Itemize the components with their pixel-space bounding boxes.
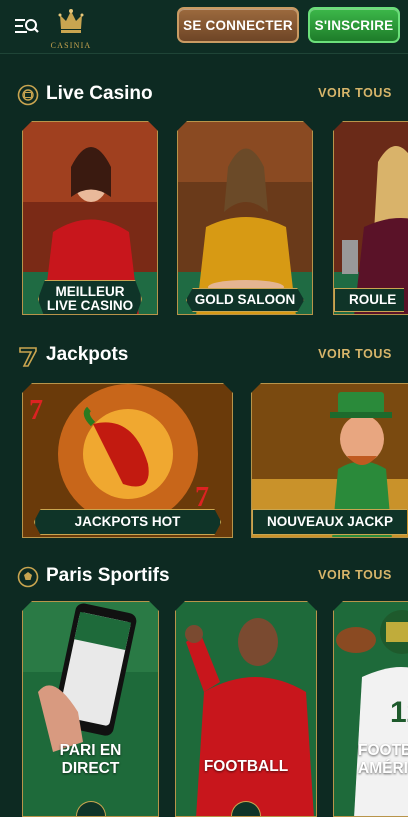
card-label-line1: ROULE xyxy=(349,292,397,307)
american-football-player-image: 12 xyxy=(334,602,408,817)
card-label-line2: DIRECT xyxy=(61,759,120,777)
football-player-image xyxy=(176,602,317,817)
live-casino-chip-icon xyxy=(17,84,39,106)
svg-text:7: 7 xyxy=(29,395,43,426)
top-header: CASINIA SE CONNECTER S'INSCRIRE xyxy=(0,0,408,54)
signup-button[interactable]: S'INSCRIRE xyxy=(308,7,400,43)
card-label: JACKPOTS HOT xyxy=(34,509,222,535)
card-label-line1: FOOTBALL xyxy=(203,758,289,775)
game-card-gold-saloon[interactable]: GOLD SALOON xyxy=(177,121,313,315)
see-all-link[interactable]: VOIR TOUS xyxy=(318,568,392,582)
card-label-line1: GOLD SALOON xyxy=(194,292,296,307)
card-label-line2: LIVE CASINO xyxy=(46,298,134,314)
card-label-line1: PARI EN xyxy=(59,742,122,759)
phone-hand-image xyxy=(23,602,159,817)
see-all-link[interactable]: VOIR TOUS xyxy=(318,86,392,100)
card-label: MEILLEUR LIVE CASINO xyxy=(38,280,142,315)
section-jackpots-header: Jackpots VOIR TOUS xyxy=(0,341,408,371)
section-title: Live Casino xyxy=(46,83,153,104)
menu-search-icon[interactable] xyxy=(14,15,40,37)
section-live-casino-header: Live Casino VOIR TOUS xyxy=(0,80,408,110)
football-icon xyxy=(17,566,39,588)
card-label-line2: AMÉRI xyxy=(358,759,408,777)
card-label-line1: NOUVEAUX JACKP xyxy=(267,514,394,529)
card-label: ROULE xyxy=(334,288,404,312)
card-label-line1: MEILLEUR xyxy=(55,284,125,299)
card-label-line1: JACKPOTS HOT xyxy=(74,514,181,529)
casinia-logo[interactable]: CASINIA xyxy=(50,7,92,50)
sports-card-live-betting[interactable]: PARI EN DIRECT xyxy=(22,601,159,817)
game-card-hot-jackpots[interactable]: 7 7 JACKPOTS HOT xyxy=(22,383,233,538)
seven-icon xyxy=(17,345,39,367)
section-sports-betting-header: Paris Sportifs VOIR TOUS xyxy=(0,562,408,592)
game-card-new-jackpots[interactable]: NOUVEAUX JACKP xyxy=(251,383,408,538)
game-card-roulette[interactable]: ROULE xyxy=(333,121,408,315)
section-title: Jackpots xyxy=(46,344,129,365)
card-label: NOUVEAUX JACKP xyxy=(252,509,407,535)
svg-text:7: 7 xyxy=(195,482,209,513)
sports-card-label: FOOTB AMÉRI xyxy=(334,742,408,778)
section-title: Paris Sportifs xyxy=(46,565,170,586)
sports-card-american-football[interactable]: 12 FOOTB AMÉRI xyxy=(333,601,408,817)
dealer-image xyxy=(334,122,408,315)
see-all-link[interactable]: VOIR TOUS xyxy=(318,347,392,361)
logo-text: CASINIA xyxy=(50,41,92,50)
sports-card-football[interactable]: FOOTBALL xyxy=(175,601,317,817)
sports-card-label: FOOTBALL xyxy=(176,758,316,776)
game-card-best-live-casino[interactable]: MEILLEUR LIVE CASINO xyxy=(22,121,158,315)
card-label: GOLD SALOON xyxy=(186,288,305,312)
dealer-image xyxy=(178,122,313,315)
card-label-line1: FOOTB xyxy=(358,742,408,759)
svg-text:12: 12 xyxy=(390,696,408,729)
login-button[interactable]: SE CONNECTER xyxy=(177,7,299,43)
sports-card-label: PARI EN DIRECT xyxy=(23,742,158,778)
crown-logo-icon xyxy=(58,9,84,33)
